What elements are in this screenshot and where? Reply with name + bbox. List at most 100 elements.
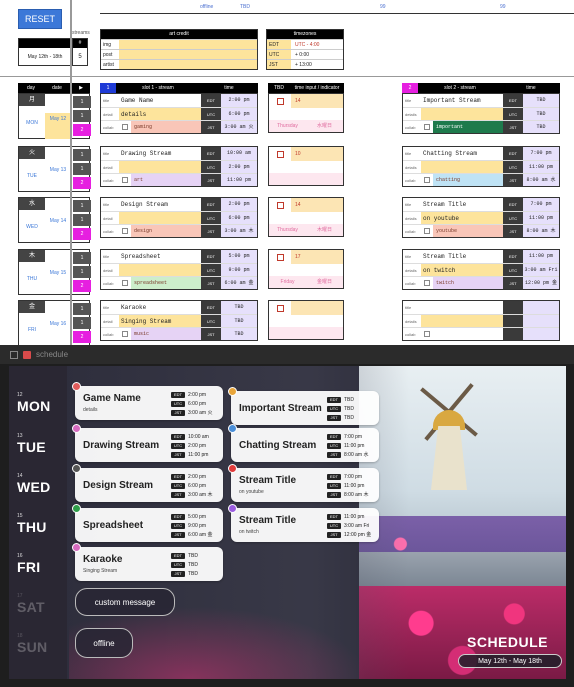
- art-post-input[interactable]: [119, 50, 257, 59]
- collab-checkbox[interactable]: [122, 124, 128, 130]
- slot-time[interactable]: 7:00 pm: [523, 198, 559, 211]
- tz-jst[interactable]: JST: [267, 60, 291, 69]
- day-date[interactable]: May 14: [45, 217, 71, 243]
- offline-pill: offline: [75, 628, 133, 658]
- slot-detail-input[interactable]: Singing Stream: [119, 315, 201, 327]
- art-img-input[interactable]: [119, 40, 257, 49]
- slot-time[interactable]: 3:00 am 木: [221, 225, 257, 237]
- tag-dropdown[interactable]: youtube: [433, 225, 503, 237]
- slot-time[interactable]: 2:00 pm: [221, 94, 257, 107]
- slot-time[interactable]: 6:00 pm: [221, 212, 257, 224]
- slot-time[interactable]: 6:00 am 金: [221, 277, 257, 289]
- slot-time[interactable]: 3:00 am 火: [221, 121, 257, 133]
- slot-time[interactable]: [523, 328, 559, 340]
- slot-title-input[interactable]: Karaoke: [119, 301, 201, 314]
- collab-checkbox[interactable]: [122, 280, 128, 286]
- slot-detail-input[interactable]: [119, 161, 201, 173]
- day-date[interactable]: May 16: [45, 320, 71, 345]
- slot-time[interactable]: TBD: [221, 328, 257, 340]
- slot-time[interactable]: 11:00 pm: [221, 174, 257, 186]
- slot-time[interactable]: [523, 315, 559, 327]
- slot-title-input[interactable]: Important Stream: [421, 94, 503, 107]
- slot-time[interactable]: 11:00 pm: [523, 250, 559, 263]
- streams-count[interactable]: 5: [73, 54, 87, 60]
- reset-button[interactable]: RESET: [18, 9, 62, 29]
- slot-time[interactable]: 12:00 pm 金: [523, 277, 559, 289]
- collab-checkbox[interactable]: [424, 331, 430, 337]
- slot-title-input[interactable]: Drawing Stream: [119, 147, 201, 160]
- tbd-hour[interactable]: 14: [291, 198, 343, 212]
- tz-utc[interactable]: UTC: [267, 50, 291, 59]
- date-range-value[interactable]: May 12th - 18th: [19, 54, 71, 60]
- collab-checkbox[interactable]: [122, 177, 128, 183]
- slot-title-input[interactable]: Design Stream: [119, 198, 201, 211]
- slot-time[interactable]: 11:00 pm: [523, 161, 559, 173]
- slot-time[interactable]: 7:00 pm: [523, 147, 559, 160]
- tz-label: JST: [503, 225, 523, 237]
- tag-dropdown[interactable]: gaming: [131, 121, 201, 133]
- slot-detail-input[interactable]: on twitch: [421, 264, 503, 276]
- tbd-hour[interactable]: 17: [291, 250, 343, 264]
- tbd-checkbox[interactable]: [276, 97, 284, 105]
- collab-checkbox[interactable]: [424, 124, 430, 130]
- slot-time[interactable]: 8:00 am 木: [523, 225, 559, 237]
- slot-title-input[interactable]: Spreadsheet: [119, 250, 201, 263]
- slot-time[interactable]: 5:00 pm: [221, 250, 257, 263]
- slot-time[interactable]: 3:00 am Fri: [523, 264, 559, 276]
- collab-checkbox[interactable]: [424, 177, 430, 183]
- slot-time[interactable]: 8:00 am 水: [523, 174, 559, 186]
- column-resize-handle[interactable]: [70, 0, 72, 345]
- tbd-hour[interactable]: [291, 301, 343, 315]
- tag-dropdown[interactable]: [433, 328, 503, 340]
- slot-time[interactable]: 9:00 pm: [221, 264, 257, 276]
- slot-time[interactable]: 11:00 pm: [523, 212, 559, 224]
- collab-checkbox[interactable]: [424, 280, 430, 286]
- slot-detail-input[interactable]: details: [119, 108, 201, 120]
- collapse-icon[interactable]: [10, 350, 18, 359]
- slot-time[interactable]: TBD: [523, 108, 559, 120]
- slot-title-input[interactable]: Chatting Stream: [421, 147, 503, 160]
- slot-time[interactable]: TBD: [523, 94, 559, 107]
- collab-checkbox[interactable]: [424, 228, 430, 234]
- slot-title-input[interactable]: Game Name: [119, 94, 201, 107]
- slot-title-input[interactable]: [421, 301, 503, 314]
- slot-detail-input[interactable]: [421, 315, 503, 327]
- tbd-checkbox[interactable]: [276, 201, 284, 209]
- tbd-hour[interactable]: 10: [291, 147, 343, 161]
- collab-checkbox[interactable]: [122, 228, 128, 234]
- tag-dropdown[interactable]: chatting: [433, 174, 503, 186]
- collab-checkbox[interactable]: [122, 331, 128, 337]
- tbd-checkbox[interactable]: [276, 253, 284, 261]
- slot-time[interactable]: TBD: [221, 301, 257, 314]
- slot-time[interactable]: 6:00 pm: [221, 108, 257, 120]
- tag-dropdown[interactable]: design: [131, 225, 201, 237]
- tag-dropdown[interactable]: art: [131, 174, 201, 186]
- slot-time[interactable]: [523, 301, 559, 314]
- tbd-hour[interactable]: 14: [291, 94, 343, 108]
- tag-dropdown[interactable]: important: [433, 121, 503, 133]
- tbd-checkbox[interactable]: [276, 304, 284, 312]
- slot-time[interactable]: TBD: [221, 315, 257, 327]
- slot-detail-input[interactable]: [421, 161, 503, 173]
- tz-edt[interactable]: EDT: [267, 40, 291, 49]
- slot-title-input[interactable]: Stream Title: [421, 250, 503, 263]
- day-row-tue: 火 TUE May 13 1 1 2: [18, 146, 91, 192]
- slot-time[interactable]: TBD: [523, 121, 559, 133]
- slot-time[interactable]: 10:00 am: [221, 147, 257, 160]
- slot-detail-input[interactable]: [421, 108, 503, 120]
- slot-detail-input[interactable]: on youtube: [421, 212, 503, 224]
- day-date[interactable]: May 15: [45, 269, 71, 295]
- slot-detail-input[interactable]: [119, 212, 201, 224]
- slot-time[interactable]: 2:00 pm: [221, 198, 257, 211]
- tbd-checkbox[interactable]: [276, 150, 284, 158]
- day-date[interactable]: May 13: [45, 166, 71, 192]
- art-artist-input[interactable]: [119, 60, 257, 69]
- slot-time[interactable]: 2:00 pm: [221, 161, 257, 173]
- tab-schedule[interactable]: schedule: [36, 350, 68, 359]
- day-date[interactable]: May 12: [45, 113, 71, 139]
- tag-dropdown[interactable]: twitch: [433, 277, 503, 289]
- slot-title-input[interactable]: Stream Title: [421, 198, 503, 211]
- tag-dropdown[interactable]: spreadsheet: [131, 277, 201, 289]
- tag-dropdown[interactable]: music: [131, 328, 201, 340]
- slot-detail-input[interactable]: [119, 264, 201, 276]
